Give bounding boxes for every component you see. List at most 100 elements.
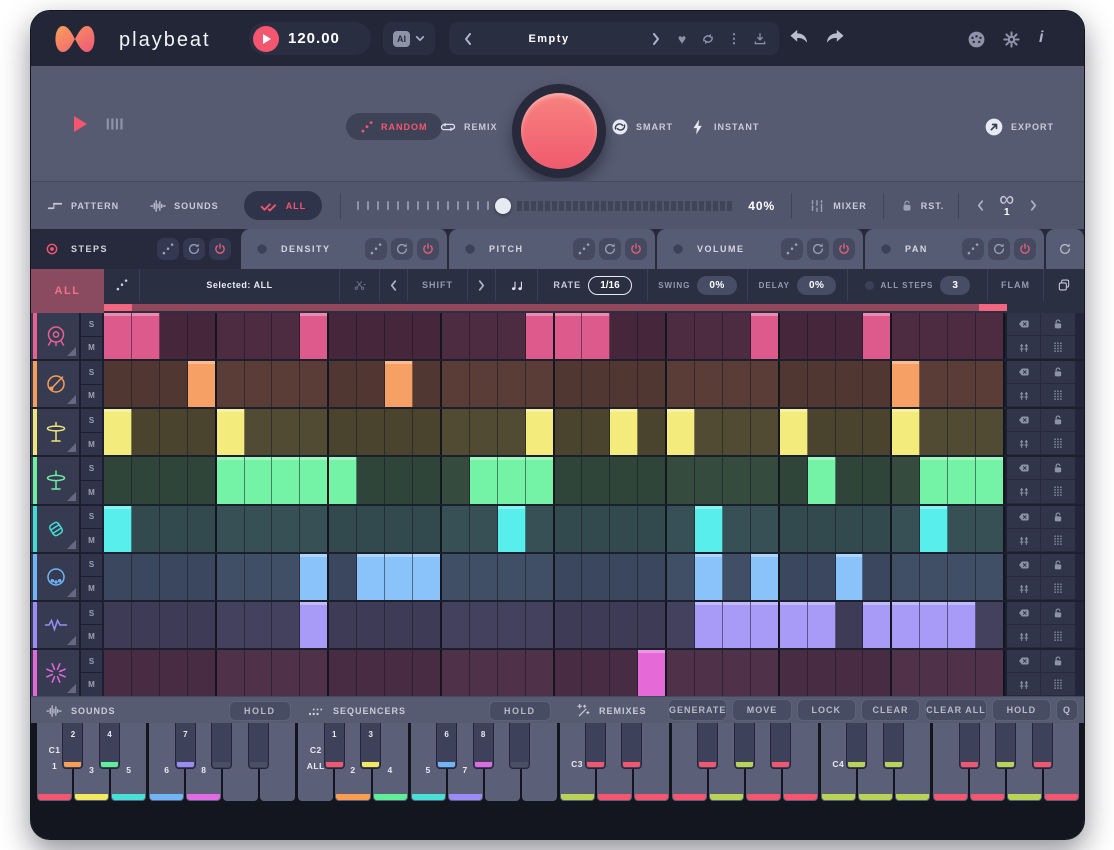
step-cell[interactable] (695, 602, 723, 648)
step-cell[interactable] (555, 361, 583, 407)
track-lock-button[interactable] (1041, 409, 1075, 432)
step-cell[interactable] (470, 409, 498, 455)
black-key-7[interactable]: 7 (175, 723, 196, 769)
step-cell[interactable] (245, 361, 273, 407)
step-cell[interactable] (160, 457, 188, 503)
step-cell[interactable] (863, 650, 892, 696)
track-hihat[interactable] (31, 409, 79, 455)
track-select-all-button[interactable]: ALL (31, 269, 104, 313)
step-cell[interactable] (638, 361, 667, 407)
step-cell[interactable] (300, 409, 329, 455)
tab-power-button[interactable] (209, 238, 231, 260)
step-cell[interactable] (245, 313, 273, 359)
step-cell[interactable] (836, 602, 864, 648)
step-cell[interactable] (132, 361, 160, 407)
black-key[interactable] (211, 723, 232, 769)
step-cell[interactable] (498, 361, 526, 407)
step-cell[interactable] (751, 313, 780, 359)
mute-button[interactable]: M (81, 433, 102, 456)
redo-button[interactable] (824, 29, 846, 52)
black-key[interactable] (621, 723, 642, 769)
track-faders-button[interactable] (1007, 432, 1041, 455)
step-cell[interactable] (132, 457, 160, 503)
step-cell[interactable] (272, 457, 300, 503)
clear-button[interactable]: CLEAR (861, 699, 920, 721)
step-cell[interactable] (836, 361, 864, 407)
track-burst[interactable] (31, 650, 79, 696)
step-cell[interactable] (188, 650, 217, 696)
step-cell[interactable] (976, 554, 1005, 600)
step-cell[interactable] (780, 650, 808, 696)
step-cell[interactable] (413, 506, 442, 552)
black-key-3[interactable]: 3 (360, 723, 381, 769)
track-drag-handle[interactable] (1041, 529, 1075, 552)
step-cell[interactable] (442, 602, 470, 648)
track-clear-button[interactable] (1007, 409, 1041, 432)
black-key[interactable] (1032, 723, 1053, 769)
step-cell[interactable] (808, 506, 836, 552)
loop-end-handle[interactable] (979, 304, 1007, 311)
step-cell[interactable] (638, 602, 667, 648)
step-cell[interactable] (498, 602, 526, 648)
step-cell[interactable] (470, 457, 498, 503)
midi-settings-button[interactable] (967, 30, 986, 54)
shift-left-button[interactable] (380, 269, 408, 301)
step-cell[interactable] (695, 313, 723, 359)
step-cell[interactable] (442, 361, 470, 407)
step-cell[interactable] (976, 313, 1005, 359)
step-cell[interactable] (160, 361, 188, 407)
tab-refresh-button[interactable] (988, 238, 1010, 260)
step-cell[interactable] (413, 602, 442, 648)
tab-volume[interactable]: VOLUME (657, 229, 865, 269)
clear-all-button[interactable]: CLEAR ALL (925, 699, 987, 721)
step-cell[interactable] (526, 602, 555, 648)
step-cell[interactable] (498, 506, 526, 552)
step-cell[interactable] (976, 457, 1005, 503)
step-cell[interactable] (976, 361, 1005, 407)
step-cell[interactable] (976, 506, 1005, 552)
step-cell[interactable] (329, 409, 357, 455)
step-cell[interactable] (385, 313, 413, 359)
step-cell[interactable] (610, 457, 638, 503)
step-cell[interactable] (160, 602, 188, 648)
step-cell[interactable] (217, 313, 245, 359)
step-cell[interactable] (555, 313, 583, 359)
step-cell[interactable] (300, 602, 329, 648)
keyboard-toggle-button[interactable] (106, 117, 126, 136)
step-cell[interactable] (695, 650, 723, 696)
step-cell[interactable] (498, 650, 526, 696)
download-icon[interactable] (747, 32, 773, 46)
step-cell[interactable] (667, 361, 695, 407)
tab-refresh-button[interactable] (807, 238, 829, 260)
step-cell[interactable] (555, 602, 583, 648)
step-cell[interactable] (892, 361, 920, 407)
step-cell[interactable] (188, 313, 217, 359)
step-cell[interactable] (948, 457, 976, 503)
step-cell[interactable] (836, 554, 864, 600)
step-cell[interactable] (329, 650, 357, 696)
cut-button[interactable] (340, 269, 380, 301)
black-key[interactable] (697, 723, 718, 769)
preset-shuffle-icon[interactable] (695, 32, 721, 46)
tab-random-button[interactable] (573, 238, 595, 260)
all-steps-control[interactable]: ALL STEPS 3 (848, 269, 988, 301)
step-cell[interactable] (667, 409, 695, 455)
tab-random-button[interactable] (781, 238, 803, 260)
step-cell[interactable] (948, 313, 976, 359)
step-cell[interactable] (385, 361, 413, 407)
step-cell[interactable] (863, 602, 892, 648)
track-clear-button[interactable] (1007, 554, 1041, 577)
track-lock-button[interactable] (1041, 554, 1075, 577)
step-cell[interactable] (217, 650, 245, 696)
step-cell[interactable] (920, 602, 948, 648)
step-cell[interactable] (667, 650, 695, 696)
step-cell[interactable] (217, 361, 245, 407)
step-cell[interactable] (470, 506, 498, 552)
step-cell[interactable] (526, 361, 555, 407)
row-random-button[interactable] (104, 269, 140, 301)
sounds-tab[interactable]: SOUNDS (149, 197, 219, 215)
step-cell[interactable] (723, 602, 751, 648)
step-cell[interactable] (385, 506, 413, 552)
step-cell[interactable] (442, 554, 470, 600)
track-clear-button[interactable] (1007, 650, 1041, 673)
